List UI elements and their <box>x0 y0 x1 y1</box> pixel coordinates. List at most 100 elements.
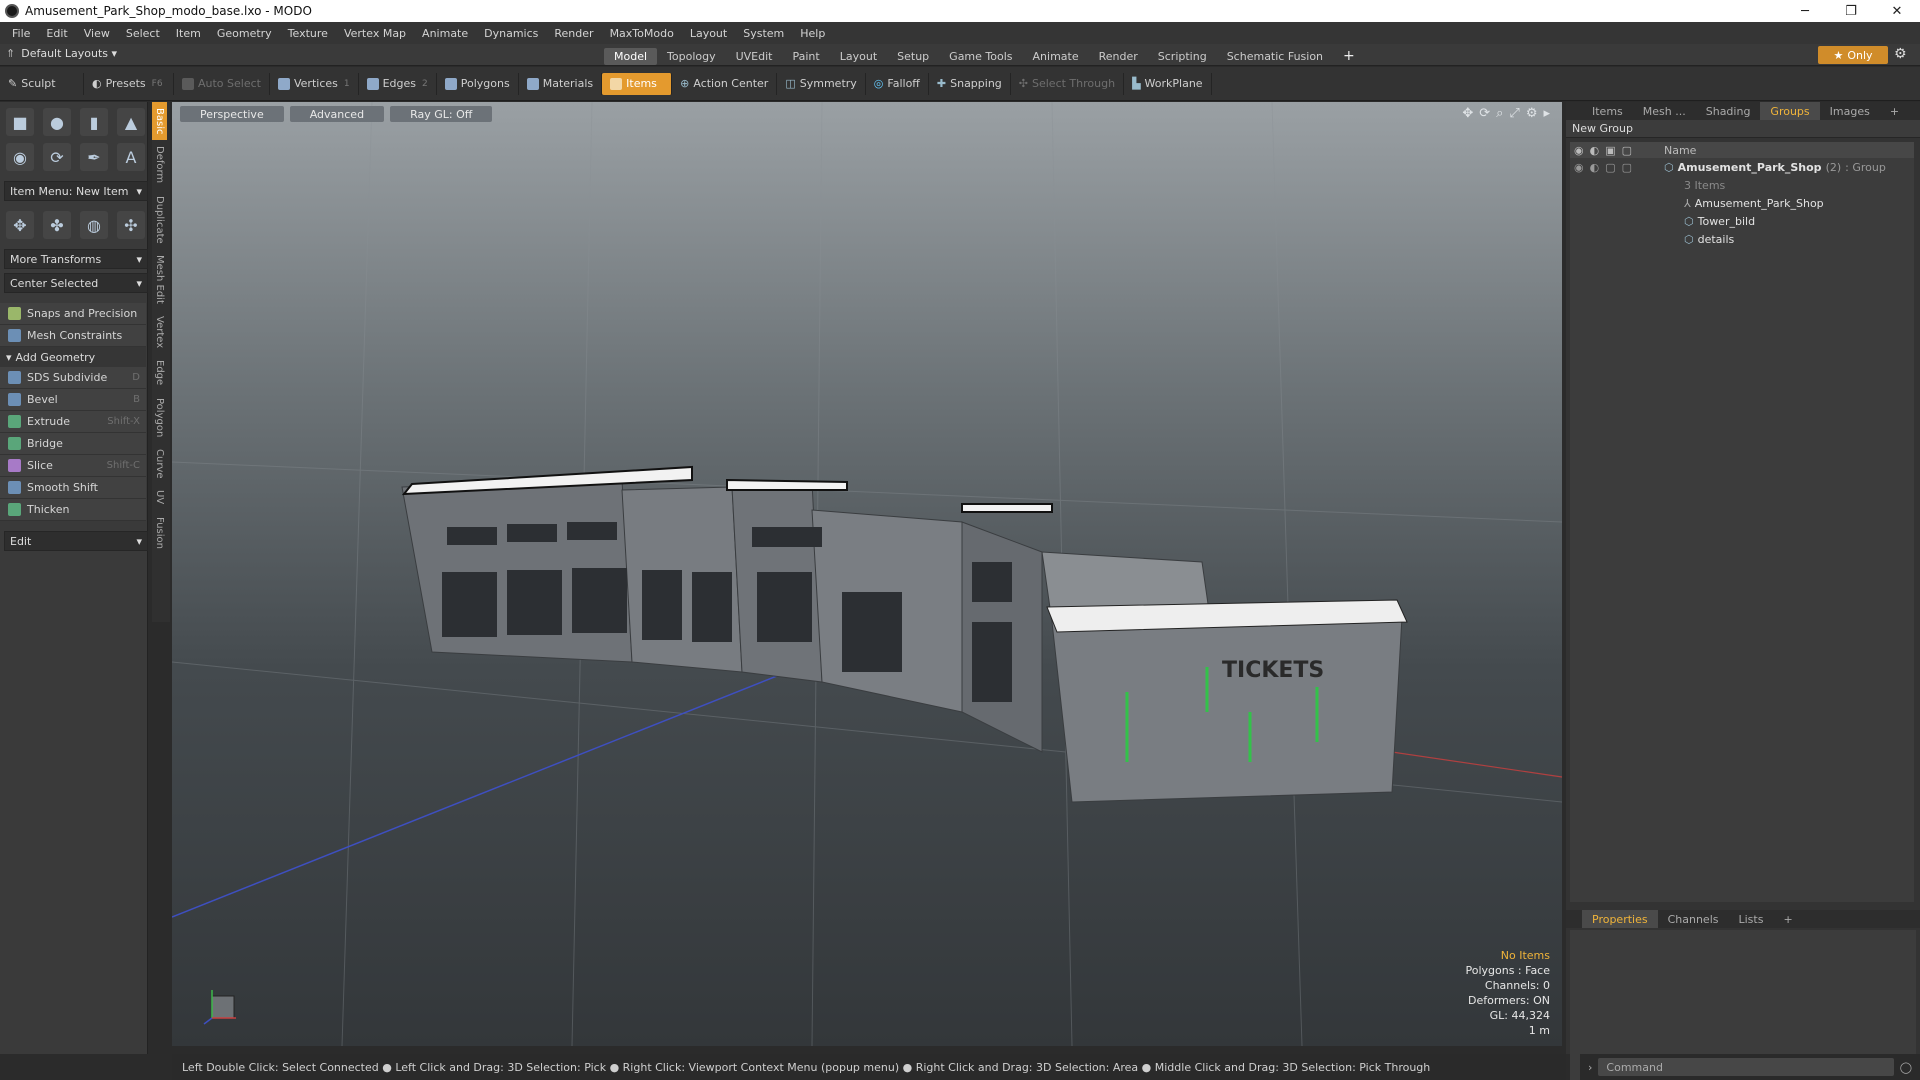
transform-icon[interactable]: ✣ <box>117 211 145 239</box>
sds-subdivide-button[interactable]: SDS Subdivide D <box>0 367 146 389</box>
tab-animate[interactable]: Animate <box>1023 48 1089 65</box>
gear-icon[interactable]: ⚙ <box>1894 46 1907 62</box>
vtab-mesh-edit[interactable]: Mesh Edit <box>152 249 167 310</box>
more-transforms-dropdown[interactable]: More Transforms ▾ <box>4 249 148 269</box>
spiral-icon[interactable]: ⟳ <box>43 143 71 171</box>
scale-icon[interactable]: ◍ <box>80 211 108 239</box>
tab-render[interactable]: Render <box>1089 48 1148 65</box>
vtab-vertex[interactable]: Vertex <box>152 310 167 354</box>
menu-help[interactable]: Help <box>792 27 833 40</box>
cone-icon[interactable]: ▲ <box>117 108 145 136</box>
menu-vertex-map[interactable]: Vertex Map <box>336 27 414 40</box>
tab-schematic-fusion[interactable]: Schematic Fusion <box>1217 48 1333 65</box>
polygons-button[interactable]: Polygons <box>437 72 519 95</box>
workplane-button[interactable]: ▙ WorkPlane <box>1124 72 1212 95</box>
smooth-shift-button[interactable]: Smooth Shift <box>0 477 146 499</box>
tab-uvedit[interactable]: UVEdit <box>726 48 783 65</box>
add-properties-tab-button[interactable]: + <box>1773 910 1802 928</box>
bridge-button[interactable]: Bridge <box>0 433 146 455</box>
tab-setup[interactable]: Setup <box>887 48 939 65</box>
name-column-header[interactable]: Name <box>1664 144 1696 157</box>
action-center-button[interactable]: ⊕ Action Center <box>672 72 778 95</box>
sculpt-button[interactable]: ✎ Sculpt <box>0 72 84 95</box>
vtab-edge[interactable]: Edge <box>152 354 167 391</box>
cylinder-icon[interactable]: ▮ <box>80 108 108 136</box>
tab-groups[interactable]: Groups <box>1760 102 1820 120</box>
tab-scripting[interactable]: Scripting <box>1148 48 1217 65</box>
slice-button[interactable]: Slice Shift-C <box>0 455 146 477</box>
menu-layout[interactable]: Layout <box>682 27 735 40</box>
fit-icon[interactable]: ⤢ <box>1509 106 1519 121</box>
rotate-icon[interactable]: ✤ <box>43 211 71 239</box>
tab-channels[interactable]: Channels <box>1658 910 1729 928</box>
tab-images[interactable]: Images <box>1820 102 1880 120</box>
tab-shading[interactable]: Shading <box>1696 102 1761 120</box>
add-geometry-header[interactable]: ▾ Add Geometry <box>0 347 146 367</box>
auto-select-button[interactable]: Auto Select <box>174 72 270 95</box>
visibility-toggle[interactable]: ◉ <box>1574 161 1584 174</box>
materials-button[interactable]: Materials <box>519 72 603 95</box>
expand-icon[interactable]: ▸ <box>1543 106 1550 121</box>
falloff-button[interactable]: ◎ Falloff <box>866 72 929 95</box>
list-item[interactable]: ⅄ Amusement_Park_Shop <box>1570 194 1914 212</box>
presets-button[interactable]: ◐ Presets F6 <box>84 72 174 95</box>
lock-toggle[interactable]: ▢ <box>1605 161 1615 174</box>
raygl-button[interactable]: Ray GL: Off <box>390 106 493 122</box>
vtab-fusion[interactable]: Fusion <box>152 511 167 555</box>
sphere-icon[interactable]: ● <box>43 108 71 136</box>
edit-dropdown[interactable]: Edit ▾ <box>4 531 148 551</box>
text-icon[interactable]: A <box>117 143 145 171</box>
menu-edit[interactable]: Edit <box>38 27 75 40</box>
group-row[interactable]: ◉ ◐ ▢ ▢ ⬡ Amusement_Park_Shop (2) : Grou… <box>1570 158 1914 176</box>
menu-file[interactable]: File <box>4 27 38 40</box>
add-tab-button[interactable]: + <box>1333 46 1365 66</box>
list-item[interactable]: ⬡ details <box>1570 230 1914 248</box>
select-through-button[interactable]: ✣ Select Through <box>1011 72 1125 95</box>
torus-icon[interactable]: ◉ <box>6 143 34 171</box>
vtab-basic[interactable]: Basic <box>152 102 167 141</box>
tab-model[interactable]: Model <box>604 47 658 65</box>
tab-paint[interactable]: Paint <box>783 48 830 65</box>
orbit-icon[interactable]: ⟳ <box>1479 106 1490 121</box>
vtab-duplicate[interactable]: Duplicate <box>152 190 167 250</box>
items-button[interactable]: Items <box>602 72 673 95</box>
menu-item[interactable]: Item <box>168 27 209 40</box>
vtab-deform[interactable]: Deform <box>152 140 167 189</box>
vtab-uv[interactable]: UV <box>152 484 167 510</box>
menu-render[interactable]: Render <box>546 27 601 40</box>
menu-system[interactable]: System <box>735 27 792 40</box>
tab-mesh[interactable]: Mesh ... <box>1633 102 1696 120</box>
zoom-icon[interactable]: ⌕ <box>1496 106 1503 121</box>
layouts-dropdown[interactable]: ⇑ Default Layouts ▾ <box>6 47 117 60</box>
3d-viewport[interactable]: TICKETS Perspective Advanced Ray GL: Off… <box>172 102 1562 1046</box>
menu-maxtomodo[interactable]: MaxToModo <box>602 27 682 40</box>
tab-topology[interactable]: Topology <box>657 48 726 65</box>
command-input[interactable]: Command <box>1598 1058 1894 1076</box>
tab-game-tools[interactable]: Game Tools <box>939 48 1022 65</box>
center-selected-dropdown[interactable]: Center Selected ▾ <box>4 273 148 293</box>
only-button[interactable]: ★ Only <box>1818 46 1888 64</box>
minimize-button[interactable]: ─ <box>1782 0 1828 22</box>
symmetry-button[interactable]: ◫ Symmetry <box>777 72 866 95</box>
settings-icon[interactable]: ⚙ <box>1526 106 1538 121</box>
render-toggle[interactable]: ◐ <box>1590 161 1600 174</box>
vtab-curve[interactable]: Curve <box>152 443 167 485</box>
tab-layout[interactable]: Layout <box>830 48 887 65</box>
close-button[interactable]: ✕ <box>1874 0 1920 22</box>
menu-geometry[interactable]: Geometry <box>209 27 280 40</box>
menu-texture[interactable]: Texture <box>280 27 336 40</box>
pan-icon[interactable]: ✥ <box>1462 106 1473 121</box>
advanced-button[interactable]: Advanced <box>289 106 385 122</box>
menu-view[interactable]: View <box>76 27 118 40</box>
thicken-button[interactable]: Thicken <box>0 499 146 521</box>
tab-items[interactable]: Items <box>1582 102 1633 120</box>
maximize-button[interactable]: ❐ <box>1828 0 1874 22</box>
tab-lists[interactable]: Lists <box>1729 910 1774 928</box>
list-item[interactable]: ⬡ Tower_bild <box>1570 212 1914 230</box>
mesh-constraints-button[interactable]: Mesh Constraints <box>0 325 146 347</box>
snaps-precision-button[interactable]: Snaps and Precision <box>0 303 146 325</box>
move-icon[interactable]: ✥ <box>6 211 34 239</box>
snapping-button[interactable]: ✚ Snapping <box>929 72 1011 95</box>
tab-properties[interactable]: Properties <box>1582 910 1658 928</box>
vertices-button[interactable]: Vertices 1 <box>270 72 359 95</box>
